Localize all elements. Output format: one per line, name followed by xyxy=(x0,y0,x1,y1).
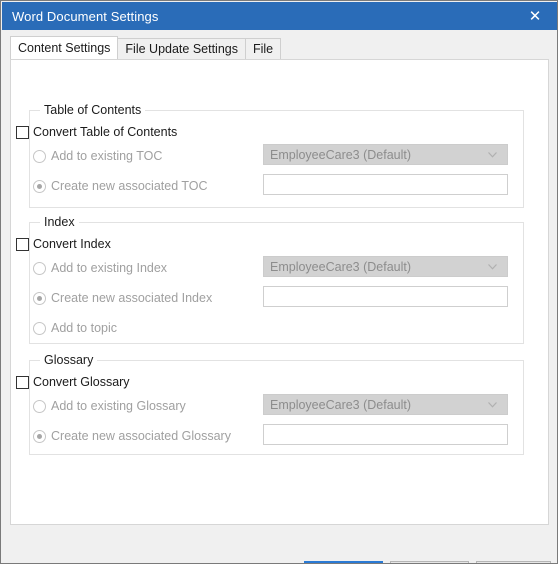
close-icon: ✕ xyxy=(528,7,542,25)
radio-icon-selected xyxy=(33,179,46,193)
title-bar: Word Document Settings ✕ xyxy=(2,2,557,30)
radio-icon xyxy=(33,149,46,163)
tab-content-settings[interactable]: Content Settings xyxy=(10,36,119,59)
radio-label: Add to existing TOC xyxy=(51,149,163,163)
radio-glossary-add-existing[interactable]: Add to existing Glossary xyxy=(33,399,186,413)
combo-value: EmployeeCare3 (Default) xyxy=(270,259,412,274)
radio-label: Add to existing Index xyxy=(51,261,168,275)
group-title-index: Index xyxy=(40,215,79,229)
radio-icon xyxy=(33,321,46,335)
input-index-new-name[interactable] xyxy=(263,286,508,307)
chevron-down-icon xyxy=(483,151,507,158)
combo-value: EmployeeCare3 (Default) xyxy=(270,147,412,162)
input-toc-new-name[interactable] xyxy=(263,174,508,195)
group-title-glossary: Glossary xyxy=(40,353,98,367)
chevron-down-icon xyxy=(483,401,507,408)
combo-index-existing[interactable]: EmployeeCare3 (Default) xyxy=(263,256,508,277)
checkbox-convert-index[interactable]: Convert Index xyxy=(16,237,111,251)
checkbox-icon xyxy=(16,237,29,251)
radio-label: Add to existing Glossary xyxy=(51,399,186,413)
combo-glossary-existing[interactable]: EmployeeCare3 (Default) xyxy=(263,394,508,415)
radio-index-add-existing[interactable]: Add to existing Index xyxy=(33,261,167,275)
checkbox-convert-table-of-contents[interactable]: Convert Table of Contents xyxy=(16,125,177,139)
checkbox-icon xyxy=(16,125,29,139)
radio-label: Create new associated Index xyxy=(51,291,213,305)
dialog-body: Content Settings File Update Settings Fi… xyxy=(2,30,557,563)
radio-toc-add-existing[interactable]: Add to existing TOC xyxy=(33,149,162,163)
checkbox-label: Convert Table of Contents xyxy=(33,125,178,139)
radio-icon xyxy=(33,399,46,413)
tab-label: File xyxy=(252,42,274,56)
group-title-table-of-contents: Table of Contents xyxy=(40,103,146,117)
window-title: Word Document Settings xyxy=(12,8,159,24)
tab-label: Content Settings xyxy=(18,41,111,55)
tab-file[interactable]: File xyxy=(244,38,282,59)
radio-index-add-to-topic[interactable]: Add to topic xyxy=(33,321,117,335)
checkbox-icon xyxy=(16,375,29,389)
radio-index-create-new[interactable]: Create new associated Index xyxy=(33,291,212,305)
radio-label: Create new associated TOC xyxy=(51,179,208,193)
input-glossary-new-name[interactable] xyxy=(263,424,508,445)
chevron-down-icon xyxy=(483,263,507,270)
checkbox-convert-glossary[interactable]: Convert Glossary xyxy=(16,375,130,389)
combo-value: EmployeeCare3 (Default) xyxy=(270,397,412,412)
radio-glossary-create-new[interactable]: Create new associated Glossary xyxy=(33,429,231,443)
tab-label: File Update Settings xyxy=(125,42,238,56)
radio-icon-selected xyxy=(33,429,46,443)
combo-toc-existing[interactable]: EmployeeCare3 (Default) xyxy=(263,144,508,165)
radio-icon xyxy=(33,261,46,275)
radio-label: Add to topic xyxy=(51,321,118,335)
radio-label: Create new associated Glossary xyxy=(51,429,231,443)
checkbox-label: Convert Index xyxy=(33,237,111,251)
tab-strip: Content Settings File Update Settings Fi… xyxy=(10,36,282,59)
close-button[interactable]: ✕ xyxy=(512,2,557,30)
word-document-settings-dialog: Word Document Settings ✕ Content Setting… xyxy=(0,0,558,564)
radio-icon-selected xyxy=(33,291,46,305)
radio-toc-create-new[interactable]: Create new associated TOC xyxy=(33,179,208,193)
tab-file-update-settings[interactable]: File Update Settings xyxy=(117,38,246,59)
checkbox-label: Convert Glossary xyxy=(33,375,130,389)
